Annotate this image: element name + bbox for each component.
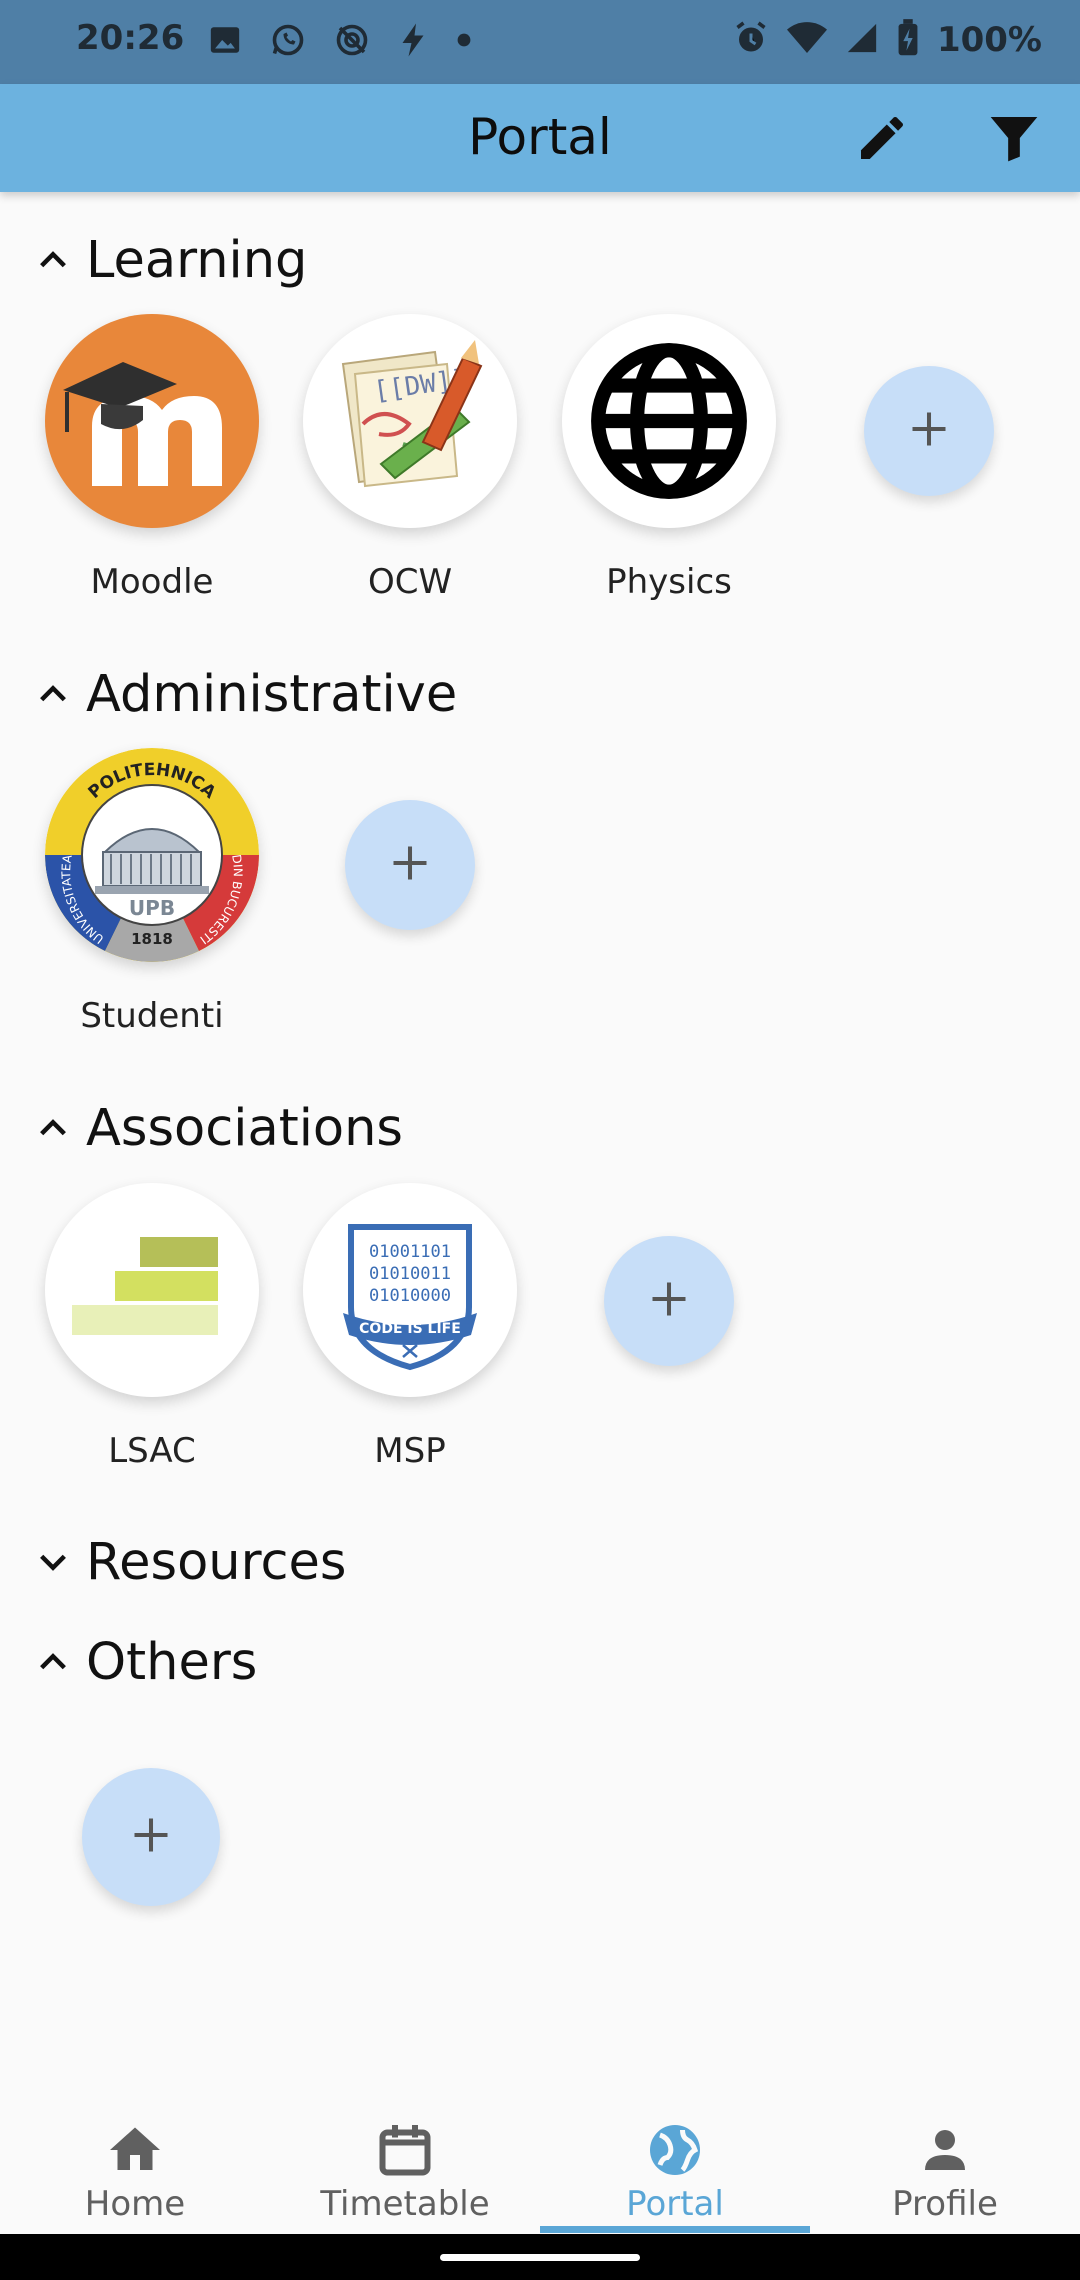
- moodle-logo: [45, 314, 259, 528]
- plus-icon: [907, 407, 951, 455]
- section-administrative-header[interactable]: Administrative: [34, 662, 457, 726]
- chevron-up-icon: [34, 675, 72, 713]
- plus-icon: [388, 841, 432, 889]
- filter-icon: [986, 110, 1042, 170]
- tile-label: LSAC: [108, 1431, 196, 1471]
- calendar-icon: [375, 2120, 435, 2180]
- add-administrative-button[interactable]: [345, 800, 475, 930]
- portal-tile-studenti[interactable]: POLITEHNICA UNIVERSITATEA DIN BUCURESTI …: [44, 748, 260, 1036]
- portal-tile-physics[interactable]: Physics: [561, 314, 777, 602]
- person-icon: [915, 2120, 975, 2180]
- nav-portal[interactable]: Portal: [540, 2092, 810, 2234]
- portal-tile-ocw[interactable]: [[DW]] OCW: [302, 314, 518, 602]
- section-learning-header[interactable]: Learning: [34, 228, 307, 292]
- add-others-button[interactable]: [82, 1768, 220, 1906]
- section-title: Learning: [86, 230, 308, 290]
- chevron-down-icon: [34, 1543, 72, 1581]
- section-title: Associations: [86, 1098, 403, 1158]
- plus-icon: [647, 1277, 691, 1325]
- nav-label: Home: [84, 2184, 186, 2224]
- add-learning-button[interactable]: [864, 366, 994, 496]
- alarm-icon: [733, 20, 769, 60]
- nav-label: Portal: [626, 2184, 724, 2224]
- section-resources-header[interactable]: Resources: [34, 1530, 346, 1594]
- tile-label: MSP: [374, 1431, 446, 1471]
- portal-tile-moodle[interactable]: Moodle: [44, 314, 260, 602]
- nav-label: Timetable: [320, 2184, 490, 2224]
- battery-percent: 100%: [936, 20, 1042, 60]
- nav-home[interactable]: Home: [0, 2092, 270, 2234]
- filter-button[interactable]: [982, 108, 1046, 172]
- lsac-logo: [45, 1183, 259, 1397]
- home-gesture-handle[interactable]: [440, 2254, 640, 2261]
- nav-label: Profile: [892, 2184, 998, 2224]
- whatsapp-icon: [270, 22, 306, 62]
- chevron-up-icon: [34, 241, 72, 279]
- section-associations-header[interactable]: Associations: [34, 1096, 403, 1160]
- upb-seal: POLITEHNICA UNIVERSITATEA DIN BUCURESTI …: [45, 748, 259, 962]
- msp-binary-2: 01010011: [369, 1264, 451, 1284]
- section-title: Resources: [86, 1532, 347, 1592]
- bolt-icon: [398, 22, 428, 62]
- chevron-up-icon: [34, 1109, 72, 1147]
- msp-binary-1: 01001101: [369, 1242, 451, 1262]
- tile-label: Physics: [606, 562, 732, 602]
- nav-timetable[interactable]: Timetable: [270, 2092, 540, 2234]
- seal-text-upb: UPB: [129, 896, 175, 920]
- system-gesture-bar: [0, 2234, 1080, 2280]
- tile-label: Moodle: [90, 562, 214, 602]
- portal-tile-lsac[interactable]: LSAC: [44, 1183, 260, 1471]
- edit-icon: [854, 110, 910, 170]
- sync-disabled-icon: [334, 22, 370, 62]
- section-others-header[interactable]: Others: [34, 1630, 257, 1694]
- battery-charging-icon: [897, 19, 919, 61]
- msp-logo: 01001101 01010011 01010000 CODE IS LIFE: [303, 1183, 517, 1397]
- status-notification-icons: [208, 20, 472, 64]
- ocw-logo: [[DW]]: [303, 314, 517, 528]
- active-tab-indicator: [540, 2226, 810, 2233]
- msp-motto: CODE IS LIFE: [359, 1321, 461, 1337]
- add-associations-button[interactable]: [604, 1236, 734, 1366]
- bottom-navigation: Home Timetable Portal Profile: [0, 2092, 1080, 2234]
- image-icon: [208, 23, 242, 61]
- portal-tile-msp[interactable]: 01001101 01010011 01010000 CODE IS LIFE …: [302, 1183, 518, 1471]
- msp-binary-3: 01010000: [369, 1286, 451, 1306]
- wifi-icon: [786, 21, 827, 59]
- app-bar: Portal: [0, 84, 1080, 192]
- status-system-icons: 100%: [733, 18, 1042, 62]
- signal-icon: [845, 21, 879, 59]
- status-bar: 20:26 100%: [0, 0, 1080, 84]
- edit-button[interactable]: [850, 108, 914, 172]
- section-title: Administrative: [86, 664, 458, 724]
- plus-icon: [129, 1813, 173, 1861]
- page-title: Portal: [468, 108, 612, 166]
- home-icon: [105, 2120, 165, 2180]
- seal-text-year: 1818: [131, 930, 173, 948]
- nav-profile[interactable]: Profile: [810, 2092, 1080, 2234]
- status-time: 20:26: [76, 18, 185, 58]
- dot-icon: [456, 32, 472, 52]
- chevron-up-icon: [34, 1643, 72, 1681]
- tile-label: Studenti: [80, 996, 224, 1036]
- tile-label: OCW: [367, 562, 453, 602]
- section-title: Others: [86, 1632, 258, 1692]
- globe-icon: [562, 314, 776, 528]
- globe-icon: [645, 2120, 705, 2180]
